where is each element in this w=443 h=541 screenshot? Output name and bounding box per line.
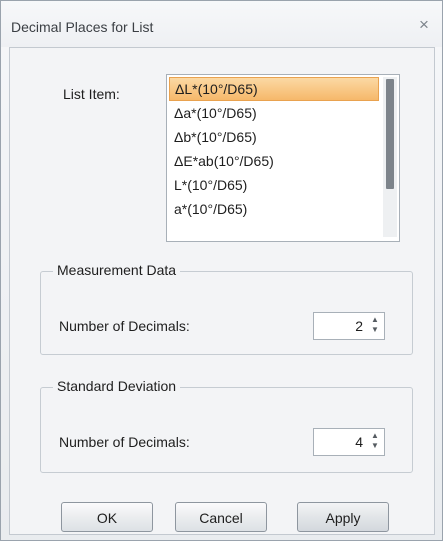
dialog-content: List Item: ΔL*(10°/D65) Δa*(10°/D65) Δb*… <box>9 47 435 535</box>
measurement-decimals-spinner[interactable]: 2 ▲ ▼ <box>313 312 385 340</box>
stddev-decimals-spinner[interactable]: 4 ▲ ▼ <box>313 428 385 456</box>
measurement-decimals-value[interactable]: 2 <box>355 318 363 334</box>
list-item-option[interactable]: Δb*(10°/D65) <box>169 125 379 149</box>
chevron-up-icon[interactable]: ▲ <box>370 315 380 325</box>
chevron-down-icon[interactable]: ▼ <box>370 441 380 451</box>
dialog-window: Decimal Places for List × List Item: ΔL*… <box>0 0 443 541</box>
apply-button[interactable]: Apply <box>297 502 389 532</box>
window-title: Decimal Places for List <box>11 19 154 35</box>
list-item-option[interactable]: L*(10°/D65) <box>169 173 379 197</box>
scrollbar-thumb[interactable] <box>386 79 394 189</box>
list-item-listbox[interactable]: ΔL*(10°/D65) Δa*(10°/D65) Δb*(10°/D65) Δ… <box>166 74 400 242</box>
list-item-option[interactable]: Δa*(10°/D65) <box>169 101 379 125</box>
chevron-up-icon[interactable]: ▲ <box>370 431 380 441</box>
cancel-button[interactable]: Cancel <box>175 502 267 532</box>
stddev-decimals-label: Number of Decimals: <box>59 434 190 450</box>
list-item-option[interactable]: ΔE*ab(10°/D65) <box>169 149 379 173</box>
standard-deviation-group: Standard Deviation Number of Decimals: 4… <box>40 378 413 473</box>
list-items: ΔL*(10°/D65) Δa*(10°/D65) Δb*(10°/D65) Δ… <box>169 77 379 221</box>
ok-button[interactable]: OK <box>61 502 153 532</box>
measurement-data-legend: Measurement Data <box>53 262 181 278</box>
standard-deviation-legend: Standard Deviation <box>53 378 181 394</box>
list-item-label: List Item: <box>63 86 120 102</box>
list-item-option[interactable]: a*(10°/D65) <box>169 197 379 221</box>
measurement-data-group: Measurement Data Number of Decimals: 2 ▲… <box>40 262 413 355</box>
title-bar: Decimal Places for List × <box>1 1 442 47</box>
close-icon[interactable]: × <box>414 15 434 35</box>
list-item-option[interactable]: ΔL*(10°/D65) <box>169 77 379 101</box>
list-scrollbar[interactable] <box>383 77 397 237</box>
chevron-down-icon[interactable]: ▼ <box>370 325 380 335</box>
stddev-decimals-value[interactable]: 4 <box>355 434 363 450</box>
measurement-decimals-label: Number of Decimals: <box>59 318 190 334</box>
